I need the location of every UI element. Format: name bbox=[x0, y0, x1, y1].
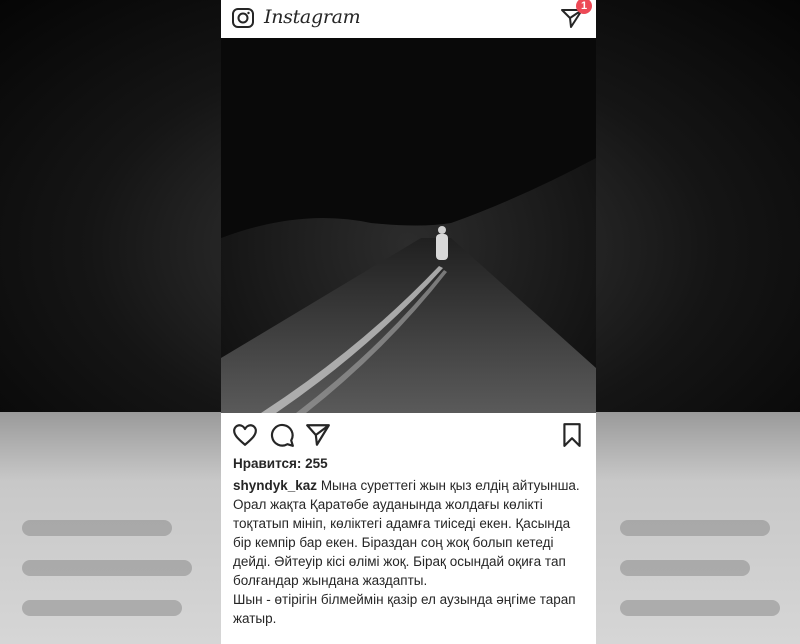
app-brand: Instagram bbox=[264, 6, 361, 28]
like-count[interactable]: Нравится: 255 bbox=[233, 456, 328, 471]
heart-icon[interactable] bbox=[232, 422, 258, 448]
post-username[interactable]: shyndyk_kaz bbox=[233, 478, 317, 493]
notification-badge: 1 bbox=[576, 0, 592, 14]
bookmark-icon[interactable] bbox=[559, 422, 585, 448]
caption-text-second: Шын - өтірігін білмеймін қазір ел аузынд… bbox=[233, 592, 576, 626]
blur-text bbox=[22, 520, 172, 536]
blur-text bbox=[22, 560, 192, 576]
camera-icon[interactable] bbox=[231, 6, 255, 30]
post-actions bbox=[221, 420, 596, 450]
caption-text: Мына суреттегі жын қыз елдің айтуынша. О… bbox=[233, 478, 580, 588]
post-photo[interactable] bbox=[221, 38, 596, 413]
blur-text bbox=[620, 520, 770, 536]
blur-text bbox=[620, 560, 750, 576]
comment-icon[interactable] bbox=[269, 422, 295, 448]
share-icon[interactable] bbox=[305, 422, 331, 448]
blur-text bbox=[620, 600, 780, 616]
post-caption: shyndyk_kaz Мына суреттегі жын қыз елдің… bbox=[233, 476, 588, 628]
blur-text bbox=[22, 600, 182, 616]
instagram-post-screen: Instagram 1 Нравится: 255 shyndyk_kaz Мы… bbox=[221, 0, 596, 644]
app-header: Instagram 1 bbox=[221, 0, 596, 39]
